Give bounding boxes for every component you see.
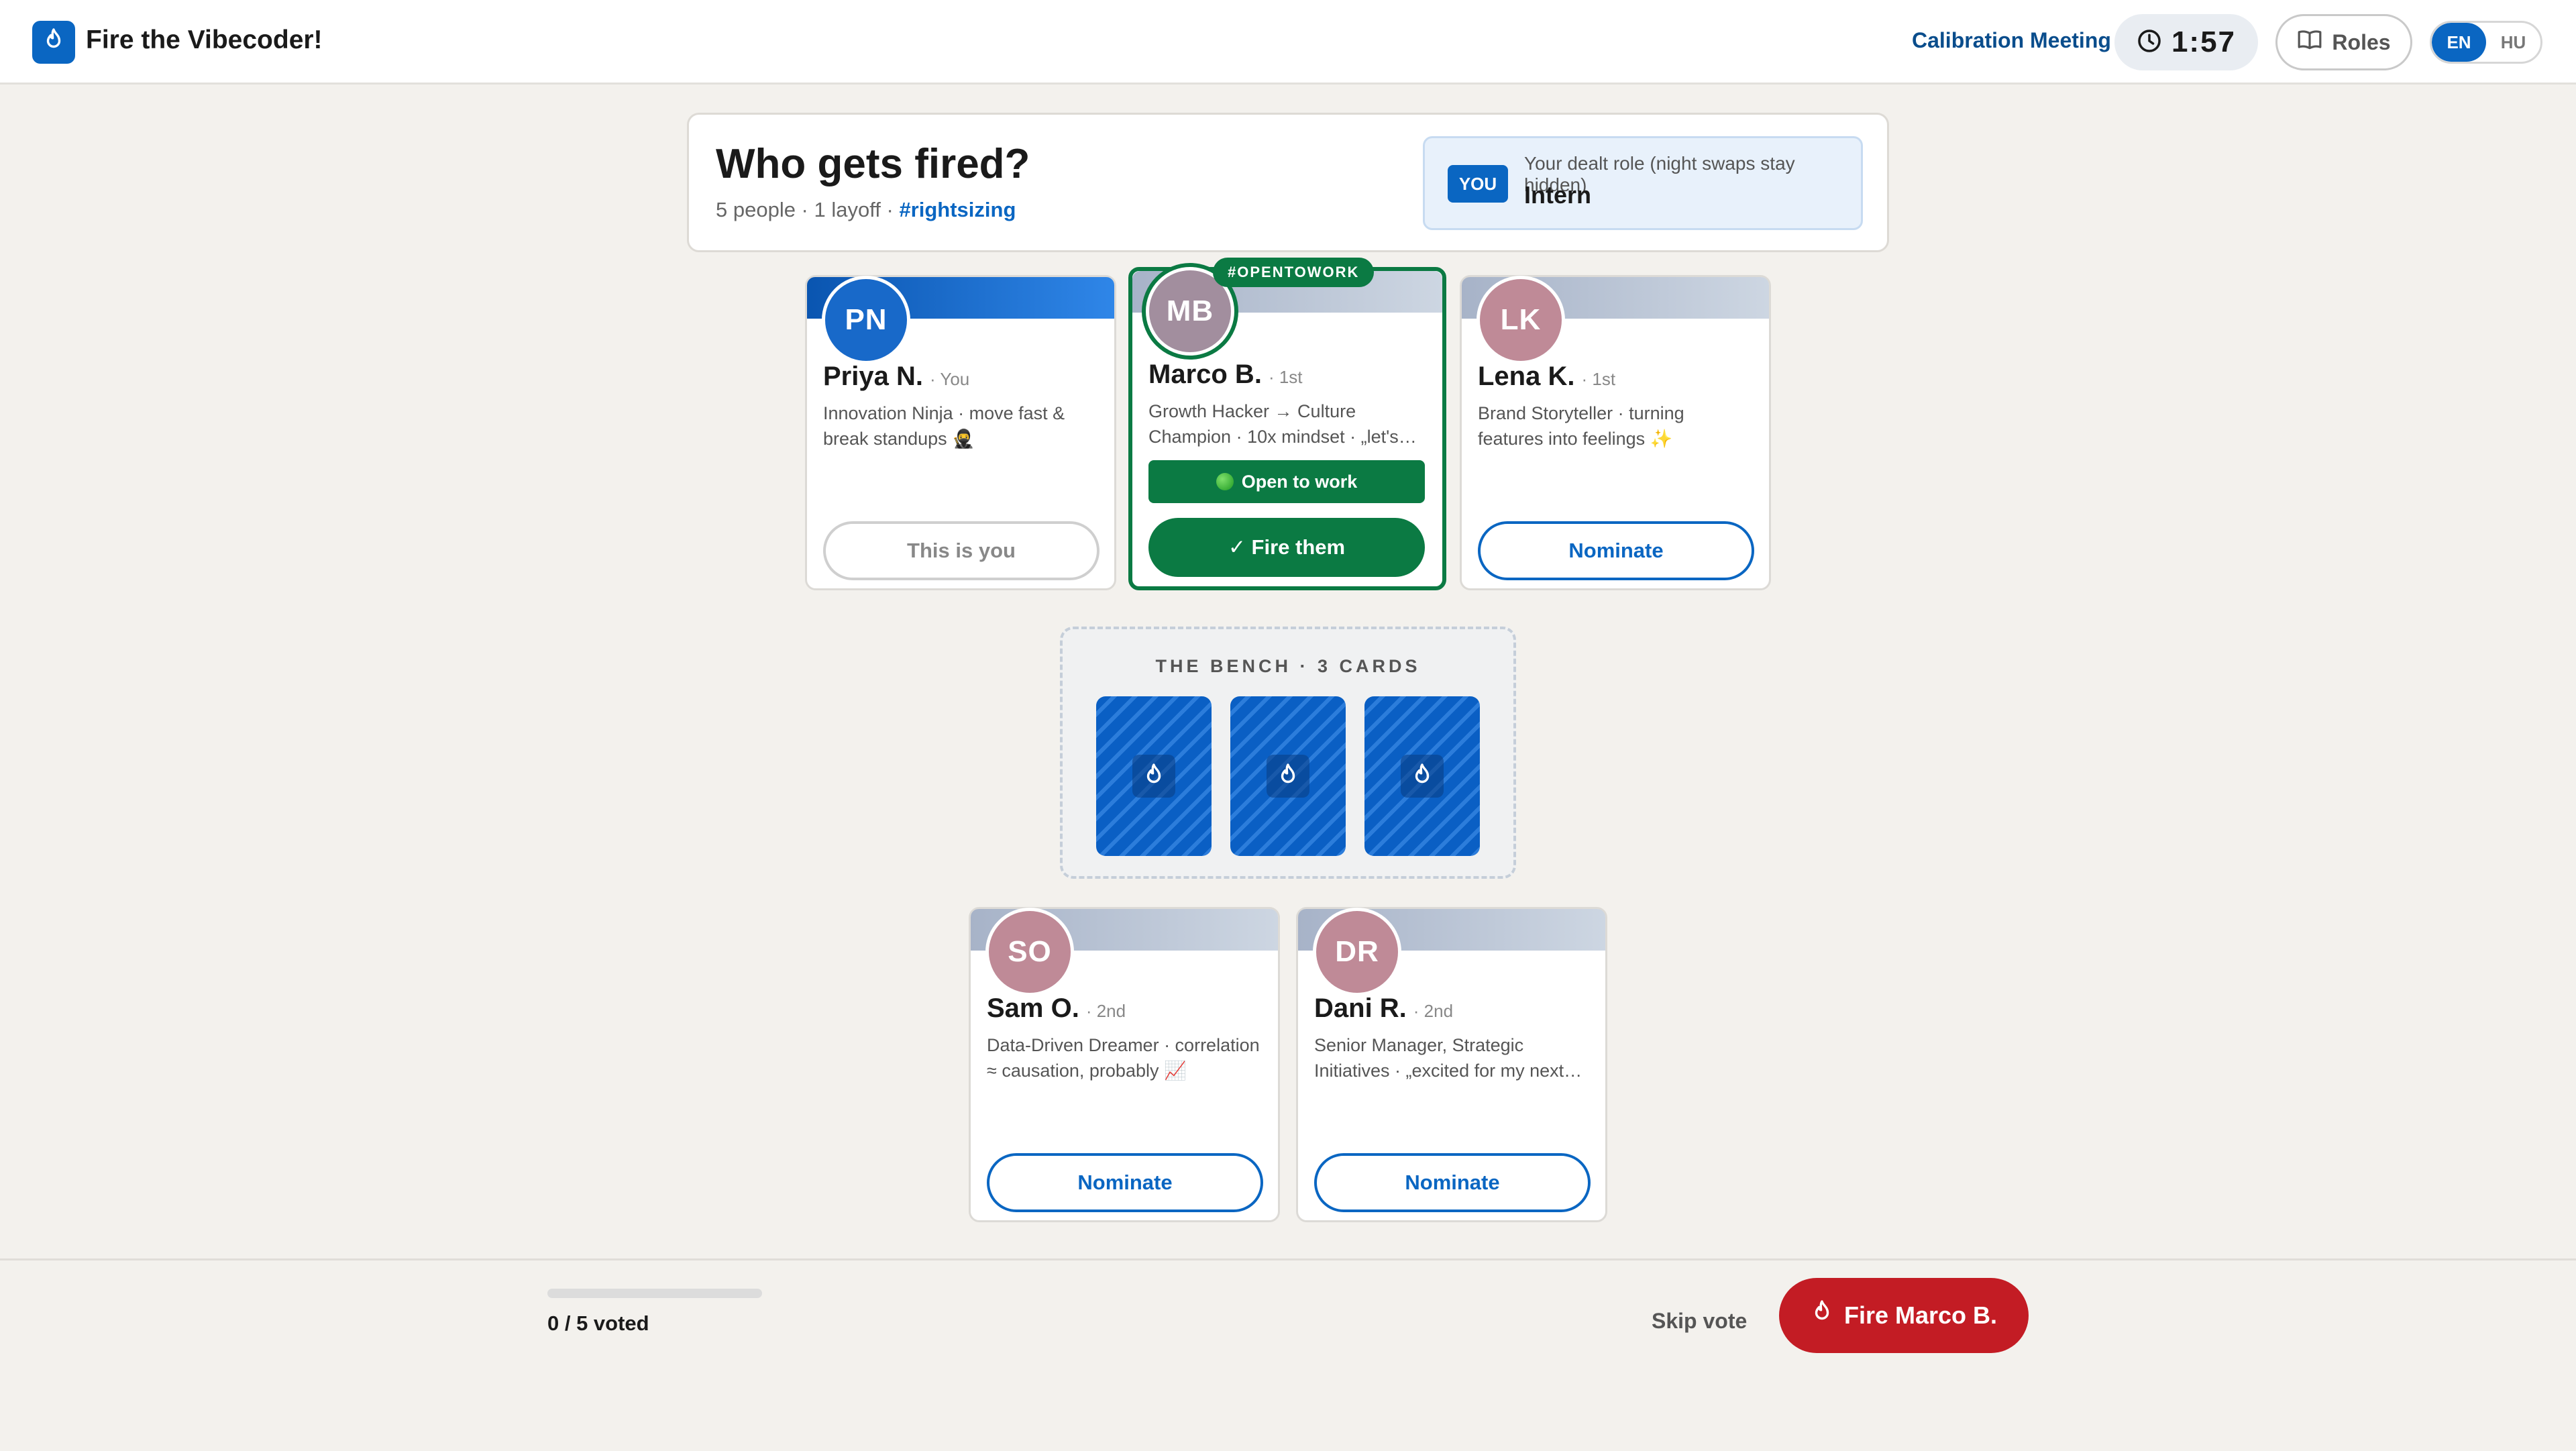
green-dot-icon [1216,473,1234,490]
nominate-button[interactable]: Nominate [987,1153,1263,1212]
nominate-button[interactable]: Nominate [1314,1153,1591,1212]
player-name: Dani R. · 2nd [1314,993,1453,1024]
page-title: Who gets fired? [716,141,1030,187]
fire-selected-button[interactable]: Fire Marco B. [1779,1278,2029,1353]
roles-label: Roles [2332,30,2391,54]
bench-title: THE BENCH · 3 CARDS [1155,656,1421,676]
language-option-hu[interactable]: HU [2486,23,2540,62]
app-title: Fire the Vibecoder! [86,25,323,54]
opentowork-badge: #OPENTOWORK [1213,258,1375,287]
open-to-work-pill: Open to work [1148,460,1425,503]
player-bio: Data-Driven Dreamer · correlation ≈ caus… [987,1035,1260,1081]
flame-icon [42,28,65,58]
player-name: Priya N. · You [823,362,969,392]
skip-vote-button[interactable]: Skip vote [1637,1301,1762,1342]
flame-icon [1132,755,1175,798]
player-bio: Brand Storyteller · turning features int… [1478,403,1684,449]
clock-icon [2137,28,2162,57]
calibration-meeting-link[interactable]: Calibration Meeting [1912,28,2111,53]
role-name: Intern [1524,181,1592,209]
language-toggle[interactable]: EN HU [2430,21,2542,64]
fire-them-button[interactable]: ✓ Fire them [1148,518,1425,577]
top-bar: Fire the Vibecoder! Calibration Meeting … [0,0,2576,85]
flame-icon [1811,1299,1833,1332]
player-card-lena[interactable]: LK Lena K. · 1st Brand Storyteller · turn… [1460,275,1771,590]
flame-icon [1267,755,1309,798]
round-meta-text: 5 people · 1 layoff · [716,198,900,221]
flame-icon [1401,755,1444,798]
avatar: LK [1477,276,1565,364]
player-name-text: Dani R. [1314,993,1407,1023]
hashtag-link[interactable]: #rightsizing [899,198,1016,221]
player-name-text: Marco B. [1148,360,1262,389]
connection-degree: · You [929,369,970,389]
player-name: Lena K. · 1st [1478,362,1615,392]
player-bio: Innovation Ninja · move fast & break sta… [823,403,1065,449]
bench-card[interactable] [1364,696,1480,856]
this-is-you-button: This is you [823,521,1099,580]
nominate-button[interactable]: Nominate [1478,521,1754,580]
round-header-card: Who gets fired? 5 people · 1 layoff · #r… [687,113,1889,252]
player-card-priya[interactable]: PN Priya N. · You Innovation Ninja · move… [805,275,1116,590]
vote-footer: 0 / 5 voted Skip vote Fire Marco B. [0,1258,2576,1451]
player-name-text: Priya N. [823,362,923,391]
open-to-work-label: Open to work [1241,471,1358,492]
vote-progress-bar [547,1289,762,1298]
app-logo [32,21,75,64]
round-meta: 5 people · 1 layoff · #rightsizing [716,198,1016,222]
avatar: SO [985,908,1074,996]
you-badge: YOU [1448,165,1508,203]
countdown-timer: 1:57 [2114,14,2258,70]
player-name-text: Lena K. [1478,362,1575,391]
player-card-sam[interactable]: SO Sam O. · 2nd Data-Driven Dreamer · cor… [969,907,1280,1222]
dealt-role-box: YOU Your dealt role (night swaps stay hi… [1423,136,1863,230]
book-icon [2297,27,2322,58]
player-name: Marco B. · 1st [1148,360,1303,390]
language-option-en[interactable]: EN [2432,23,2486,62]
bench-card[interactable] [1230,696,1346,856]
player-bio: Senior Manager, Strategic Initiatives · … [1314,1035,1564,1081]
bench-area: THE BENCH · 3 CARDS [1060,627,1516,879]
fire-selected-label: Fire Marco B. [1843,1301,1998,1329]
player-name: Sam O. · 2nd [987,993,1126,1024]
player-card-marco[interactable]: MB #OPENTOWORK Marco B. · 1st Growth Hack… [1128,258,1446,590]
timer-value: 1:57 [2171,25,2237,58]
vote-count: 0 / 5 voted [547,1311,649,1335]
bench-card[interactable] [1096,696,1212,856]
roles-button[interactable]: Roles [2275,14,2412,70]
connection-degree: · 1st [1581,369,1616,389]
connection-degree: · 1st [1268,367,1303,387]
avatar: DR [1313,908,1401,996]
player-name-text: Sam O. [987,993,1079,1023]
player-card-dani[interactable]: DR Dani R. · 2nd Senior Manager, Strategi… [1296,907,1607,1222]
connection-degree: · 2nd [1413,1001,1454,1021]
avatar: PN [822,276,910,364]
player-bio: Growth Hacker → Culture Champion · 10x m… [1148,401,1399,447]
connection-degree: · 2nd [1085,1001,1126,1021]
